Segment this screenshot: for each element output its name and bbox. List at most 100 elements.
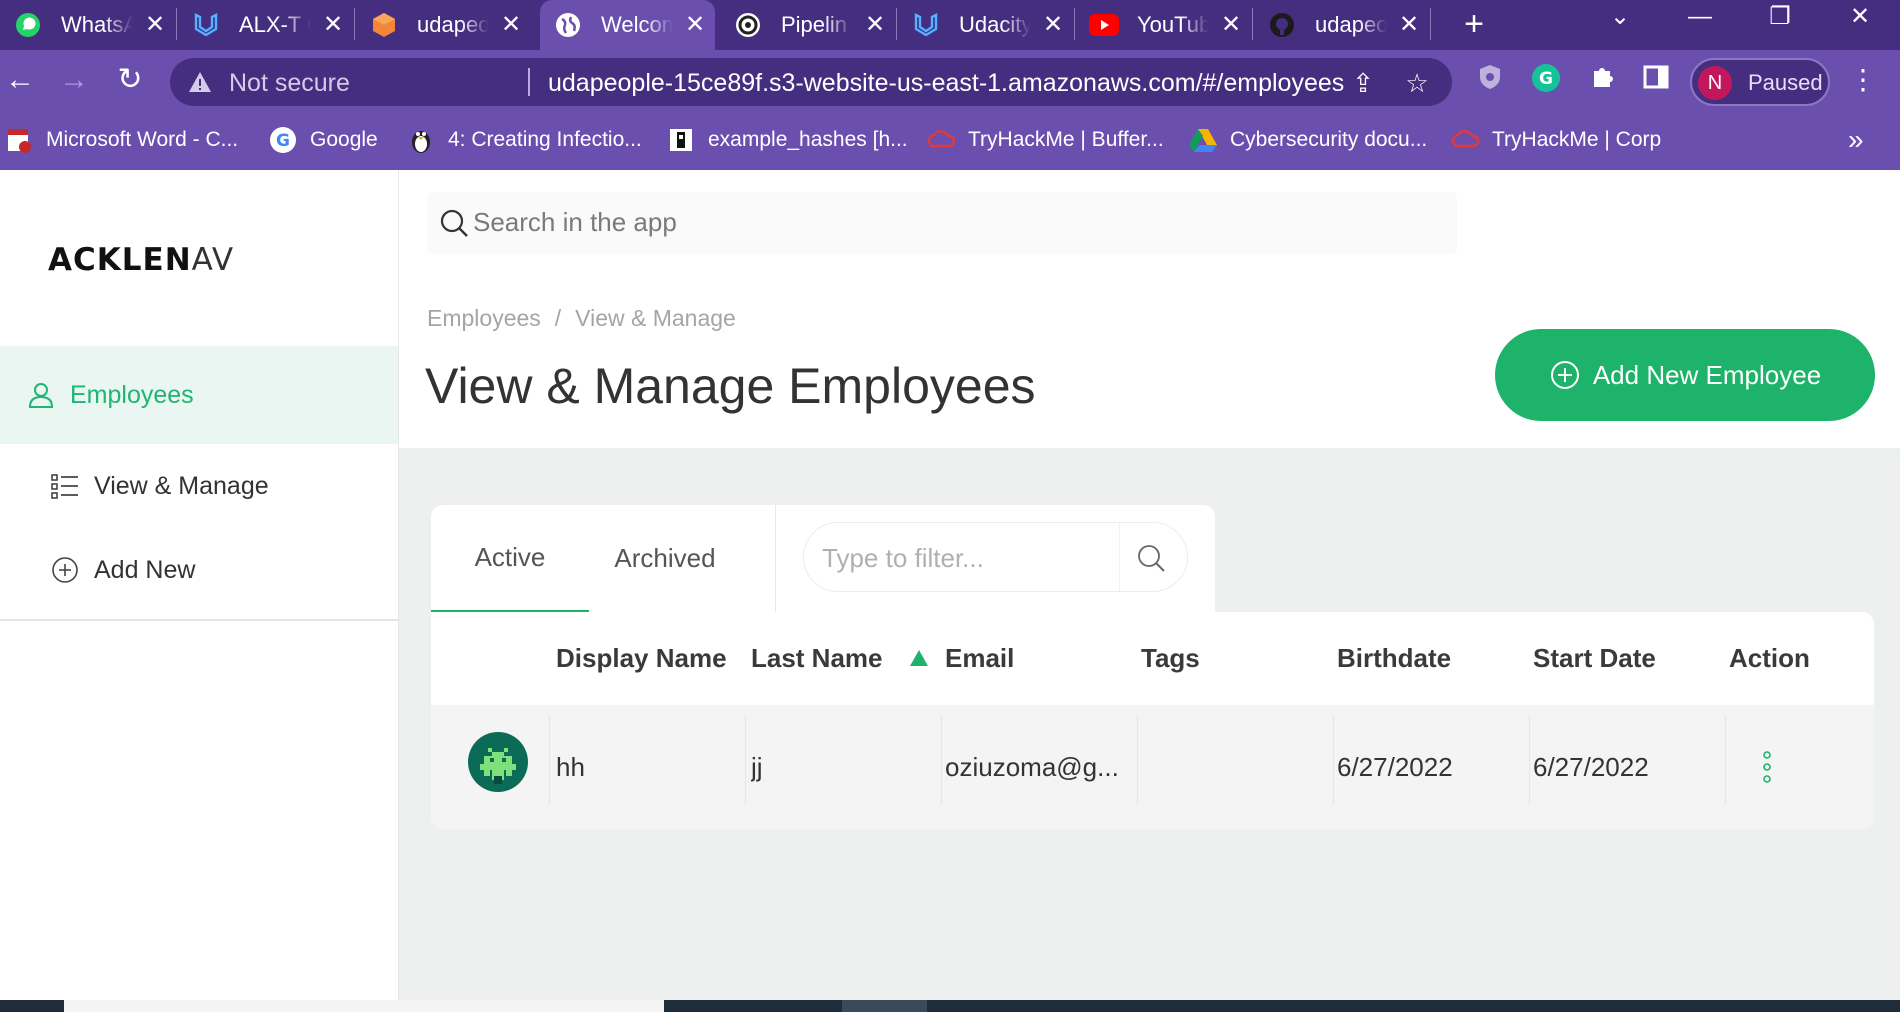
browser-tab[interactable]: ALX-T C ✕ [178,0,353,50]
udacity-icon [911,10,941,40]
bookmark-item[interactable]: TryHackMe | Corp [1450,124,1661,156]
browser-tab[interactable]: WhatsA ✕ [0,0,175,50]
tab-title: udapeo [417,12,489,37]
word-doc-icon [4,125,34,155]
browser-tab[interactable]: Pipelin ✕ [720,0,895,50]
browser-tab[interactable]: YouTub ✕ [1076,0,1251,50]
sort-ascending-icon[interactable] [910,650,928,666]
browser-tab[interactable]: udapeo ✕ [1254,0,1429,50]
sidebar-item-label: View & Manage [94,471,269,500]
search-input[interactable]: Search in the app [427,192,1457,254]
warning-icon[interactable] [188,70,212,94]
cell-display-name: hh [556,751,585,782]
bookmark-star-icon[interactable]: ☆ [1402,68,1432,98]
cell-last-name: jj [751,751,763,782]
linux-penguin-icon [406,125,436,155]
google-icon: G [268,125,298,155]
profile-status: Paused [1748,70,1823,95]
tabs-card: Active Archived Type to filter... [431,505,1215,612]
close-tab-icon[interactable]: ✕ [143,13,167,37]
column-header-email[interactable]: Email [945,612,1014,705]
share-icon[interactable]: ⇪ [1348,68,1378,98]
reload-button[interactable]: ↻ [110,60,150,100]
address-bar[interactable]: Not secure udapeople-15ce89f.s3-website-… [170,58,1452,106]
main-content: Active Archived Type to filter... Displa… [399,450,1900,1000]
bookmark-label: TryHackMe | Corp [1492,128,1662,151]
bookmark-item[interactable]: TryHackMe | Buffer... [926,124,1164,156]
close-tab-icon[interactable]: ✕ [321,13,345,37]
bookmark-label: Google [310,128,378,151]
cell-start-date: 6/27/2022 [1533,751,1649,782]
tab-active[interactable]: Active [431,505,589,612]
grammarly-icon[interactable]: G [1528,63,1564,99]
close-tab-icon[interactable]: ✕ [499,13,523,37]
bookmark-item[interactable]: Cybersecurity docu... [1188,124,1427,156]
app-topbar: Search in the app [399,170,1900,285]
browser-tab-bar: WhatsA ✕ ALX-T C ✕ udapeo ✕ Welcom ✕ Pip… [0,0,1900,50]
add-new-employee-button[interactable]: Add New Employee [1495,329,1875,421]
column-header-display-name[interactable]: Display Name [556,612,727,705]
browser-tab[interactable]: Udacity ✕ [898,0,1073,50]
url-text[interactable]: udapeople-15ce89f.s3-website-us-east-1.a… [548,69,1344,98]
page-title: View & Manage Employees [425,358,1036,414]
user-icon [24,378,58,412]
back-button[interactable]: ← [0,60,40,100]
new-tab-button[interactable]: + [1454,4,1494,44]
column-header-tags[interactable]: Tags [1141,612,1200,705]
sidebar: ACKLENAV Employees View & Manage Add New [0,170,399,1000]
bookmarks-overflow-icon[interactable]: » [1848,124,1864,156]
close-window-button[interactable]: ✕ [1830,0,1890,40]
address-toolbar: ← → ↻ Not secure udapeople-15ce89f.s3-we… [0,50,1900,112]
sidebar-item-view-manage[interactable]: View & Manage [0,444,398,528]
column-header-last-name[interactable]: Last Name [751,612,883,705]
close-tab-icon[interactable]: ✕ [863,13,887,37]
bookmark-item[interactable]: G Google [268,124,378,156]
security-label[interactable]: Not secure [229,69,350,98]
cell-birthdate: 6/27/2022 [1337,751,1453,782]
bookmark-label: Microsoft Word - C... [46,128,239,151]
hashcat-icon [666,125,696,155]
browser-tab-active[interactable]: Welcom ✕ [540,0,715,50]
filter-input[interactable]: Type to filter... [803,522,1188,592]
bookmark-item[interactable]: Microsoft Word - C... [4,124,238,156]
browser-tab[interactable]: udapeo ✕ [356,0,531,50]
logo[interactable]: ACKLENAV [48,242,234,278]
close-tab-icon[interactable]: ✕ [1041,13,1065,37]
youtube-icon [1089,10,1119,40]
column-header-birthdate[interactable]: Birthdate [1337,612,1451,705]
profile-button[interactable]: N Paused [1690,58,1830,106]
minimize-button[interactable]: — [1670,0,1730,40]
side-panel-icon[interactable] [1638,63,1674,99]
plus-circle-icon [1549,359,1581,391]
sidebar-item-add-new[interactable]: Add New [0,528,398,612]
sidebar-item-employees[interactable]: Employees [0,346,398,444]
column-header-start-date[interactable]: Start Date [1533,612,1656,705]
taskbar-strip [0,1000,1900,1012]
divider [0,619,398,621]
tab-title: WhatsA [61,12,133,37]
forward-button[interactable]: → [54,60,94,100]
browser-menu-icon[interactable]: ⋮ [1848,60,1878,100]
globe-icon [553,10,583,40]
tab-search-icon[interactable]: ⌄ [1590,0,1650,40]
shield-extension-icon[interactable] [1472,63,1508,99]
breadcrumb-item[interactable]: View & Manage [575,305,736,331]
close-tab-icon[interactable]: ✕ [1397,13,1421,37]
bookmark-item[interactable]: 4: Creating Infectio... [406,124,642,156]
row-actions-menu-icon[interactable] [1761,749,1773,785]
search-icon[interactable] [1134,541,1168,575]
table-row[interactable]: hh jj oziuzoma@g... 6/27/2022 6/27/2022 [431,705,1874,829]
close-tab-icon[interactable]: ✕ [683,13,707,37]
extensions-puzzle-icon[interactable] [1584,63,1620,99]
close-tab-icon[interactable]: ✕ [1219,13,1243,37]
add-button-label: Add New Employee [1592,359,1822,390]
breadcrumb-item[interactable]: Employees [427,305,541,331]
bookmark-item[interactable]: example_hashes [h... [666,124,908,156]
sidebar-item-label: Employees [70,380,194,409]
tab-archived[interactable]: Archived [589,505,741,612]
plus-circle-icon [48,553,82,587]
restore-button[interactable]: ❐ [1750,0,1810,40]
page-header: Employees / View & Manage View & Manage Em… [399,285,1900,450]
udacity-icon [191,10,221,40]
bookmark-label: 4: Creating Infectio... [448,128,642,151]
